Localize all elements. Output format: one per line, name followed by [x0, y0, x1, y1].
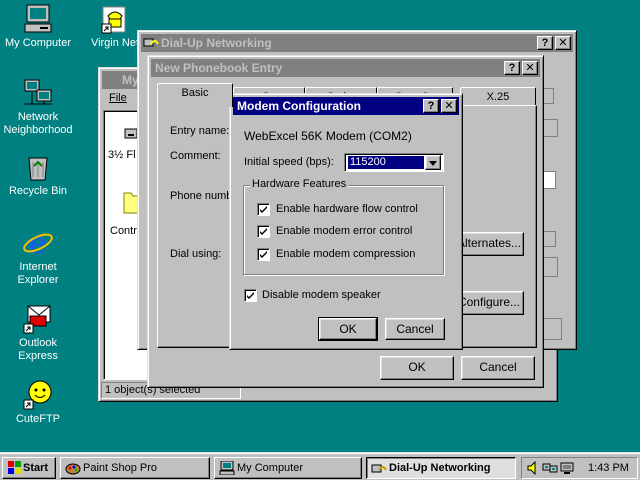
- internet-explorer-icon: e: [23, 226, 53, 258]
- modem-connection-icon[interactable]: [542, 461, 558, 475]
- dialup-close-button[interactable]: ✕: [555, 36, 571, 50]
- phonebook-help-button[interactable]: ?: [504, 61, 520, 75]
- chevron-down-icon: [429, 161, 437, 166]
- modem-help-button[interactable]: ?: [423, 99, 439, 113]
- checkmark-icon: [260, 206, 267, 213]
- phonebook-titlebar[interactable]: New Phonebook Entry ? ✕: [151, 59, 540, 77]
- modem-ok-button[interactable]: OK: [318, 317, 378, 341]
- phonebook-cancel-button[interactable]: Cancel: [461, 356, 535, 380]
- disable-speaker-checkbox[interactable]: [244, 289, 257, 302]
- phone-number-label: Phone numb: [170, 190, 233, 202]
- compression-checkbox[interactable]: [257, 248, 270, 261]
- hardware-features-label: Hardware Features: [250, 178, 349, 190]
- menu-file[interactable]: File: [109, 92, 127, 104]
- error-control-checkbox[interactable]: [257, 225, 270, 238]
- dialup-networking-icon: [143, 38, 159, 47]
- configure-button[interactable]: Configure...: [454, 291, 524, 315]
- modem-close-button[interactable]: ✕: [441, 99, 457, 113]
- start-button[interactable]: Start: [2, 457, 56, 479]
- dialup-networking-icon: [371, 464, 387, 473]
- taskbar-dialup-networking[interactable]: Dial-Up Networking: [366, 457, 516, 479]
- checkmark-icon: [260, 251, 267, 258]
- desktop-icon-cuteftp[interactable]: CuteFTP: [0, 378, 76, 426]
- phonebook-close-button[interactable]: ✕: [522, 61, 538, 75]
- desktop-icon-network-neighborhood[interactable]: Network Neighborhood: [0, 78, 76, 137]
- initial-speed-select[interactable]: 115200: [344, 153, 444, 172]
- desktop-icon-recycle-bin[interactable]: Recycle Bin: [0, 152, 76, 198]
- cuteftp-icon: [23, 380, 52, 410]
- system-tray: 1:43 PM: [521, 457, 638, 479]
- paint-shop-pro-icon: [65, 463, 81, 475]
- hardware-features-group: Hardware Features Enable hardware flow c…: [243, 178, 444, 275]
- comment-label: Comment:: [170, 150, 221, 162]
- dialup-titlebar[interactable]: Dial-Up Networking ? ✕: [141, 34, 573, 52]
- alternates-button[interactable]: Alternates...: [454, 232, 524, 256]
- desktop-icon-outlook-express[interactable]: Outlook Express: [0, 302, 76, 363]
- outlook-express-icon: [23, 305, 51, 334]
- floppy-drive-icon: [124, 128, 138, 139]
- floppy-drive-label[interactable]: 3½ Fl: [108, 149, 136, 161]
- desktop-icon-internet-explorer[interactable]: e Internet Explorer: [0, 226, 76, 287]
- network-tray-icon[interactable]: [560, 461, 574, 475]
- disable-speaker-label[interactable]: Disable modem speaker: [262, 289, 381, 301]
- phone-shortcut-icon: [101, 6, 126, 34]
- taskbar-paint-shop-pro[interactable]: Paint Shop Pro: [60, 457, 210, 479]
- windows-logo-icon: [8, 461, 21, 474]
- computer-icon: [219, 461, 235, 475]
- tab-basic[interactable]: Basic: [157, 83, 233, 107]
- modem-name: WebExcel 56K Modem (COM2): [244, 129, 412, 143]
- modem-config-dialog: Modem Configuration ? ✕ WebExcel 56K Mod…: [229, 93, 463, 350]
- modem-config-titlebar[interactable]: Modem Configuration ? ✕: [233, 97, 459, 115]
- computer-icon: [24, 4, 52, 33]
- tab-x25[interactable]: X.25: [460, 87, 536, 107]
- initial-speed-label: Initial speed (bps):: [244, 156, 334, 168]
- flow-control-label[interactable]: Enable hardware flow control: [276, 203, 418, 215]
- clock[interactable]: 1:43 PM: [588, 462, 629, 474]
- entry-name-label: Entry name:: [170, 125, 230, 137]
- network-icon: [24, 79, 52, 105]
- initial-speed-value: 115200: [348, 156, 424, 169]
- initial-speed-dropdown-button[interactable]: [425, 155, 441, 170]
- desktop-icon-my-computer[interactable]: My Computer: [0, 4, 76, 50]
- dial-using-label: Dial using:: [170, 248, 222, 260]
- flow-control-checkbox[interactable]: [257, 203, 270, 216]
- control-panel-label[interactable]: Contr: [110, 225, 137, 237]
- taskbar-my-computer[interactable]: My Computer: [214, 457, 362, 479]
- taskbar: Start Paint Shop Pro My Computer Dial-Up…: [0, 452, 640, 480]
- phonebook-ok-button[interactable]: OK: [380, 356, 454, 380]
- modem-cancel-button[interactable]: Cancel: [385, 318, 445, 340]
- volume-icon[interactable]: [526, 461, 540, 475]
- checkmark-icon: [247, 292, 254, 299]
- checkmark-icon: [260, 228, 267, 235]
- compression-label[interactable]: Enable modem compression: [276, 248, 415, 260]
- svg-text:e: e: [28, 226, 47, 258]
- error-control-label[interactable]: Enable modem error control: [276, 225, 412, 237]
- recycle-bin-icon: [28, 157, 48, 181]
- dialup-help-button[interactable]: ?: [537, 36, 553, 50]
